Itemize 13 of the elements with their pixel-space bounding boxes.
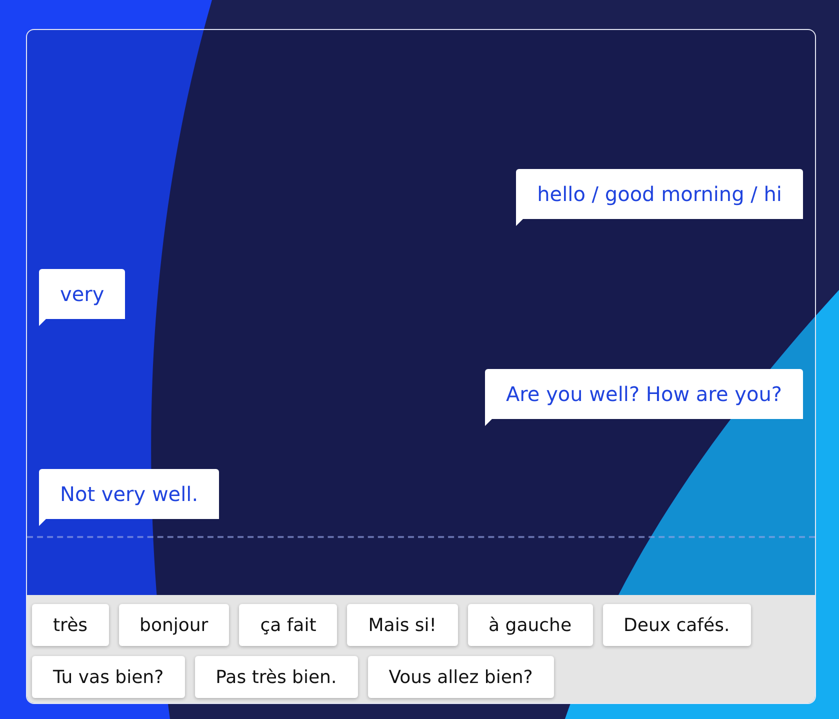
speech-bubble: hello / good morning / hi: [516, 169, 803, 226]
word-chip[interactable]: à gauche: [468, 604, 593, 646]
word-chip[interactable]: ça fait: [239, 604, 338, 646]
word-chip[interactable]: bonjour: [118, 604, 230, 646]
word-chip[interactable]: Mais si!: [347, 604, 458, 646]
speech-bubble: Are you well? How are you?: [484, 369, 803, 426]
word-chip[interactable]: Deux cafés.: [602, 604, 751, 646]
word-chip[interactable]: Vous allez bien?: [368, 656, 554, 698]
word-chip[interactable]: Pas très bien.: [194, 656, 358, 698]
speech-bubble: very: [39, 269, 126, 326]
word-chip[interactable]: très: [32, 604, 109, 646]
word-chip[interactable]: Tu vas bien?: [32, 656, 185, 698]
speech-bubble: Not very well.: [39, 469, 220, 526]
